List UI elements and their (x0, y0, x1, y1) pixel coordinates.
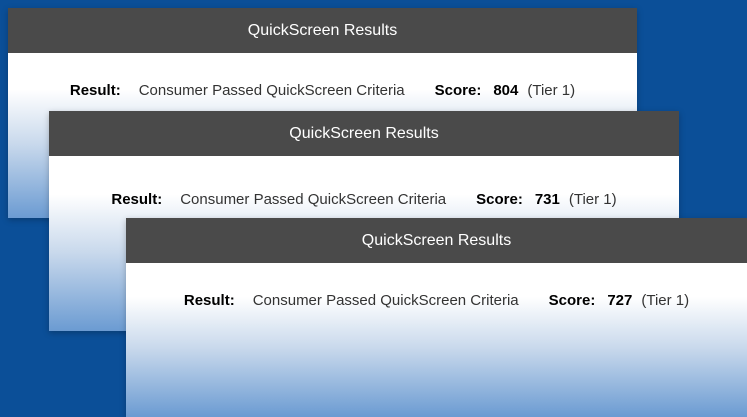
tier-label: (Tier 1) (568, 191, 617, 208)
card-header: QuickScreen Results (8, 8, 637, 53)
card-body: Result: Consumer Passed QuickScreen Crit… (126, 263, 747, 417)
result-text: Consumer Passed QuickScreen Criteria (138, 82, 405, 99)
result-label: Result: (111, 191, 163, 208)
result-label: Result: (183, 292, 235, 309)
score-value: 804 (493, 82, 519, 99)
card-title: QuickScreen Results (289, 124, 439, 142)
score-label: Score: (434, 82, 482, 99)
result-text: Consumer Passed QuickScreen Criteria (180, 191, 447, 208)
result-row: Result: Consumer Passed QuickScreen Crit… (49, 191, 679, 208)
card-title: QuickScreen Results (247, 21, 398, 39)
card-header: QuickScreen Results (126, 218, 747, 263)
quickscreen-results-card: QuickScreen Results Result: Consumer Pas… (126, 218, 747, 417)
score-value: 731 (534, 191, 560, 208)
score-value: 727 (607, 292, 633, 309)
card-header: QuickScreen Results (49, 111, 679, 156)
card-title: QuickScreen Results (361, 231, 512, 249)
score-label: Score: (476, 191, 523, 208)
result-row: Result: Consumer Passed QuickScreen Crit… (8, 82, 637, 99)
result-row: Result: Consumer Passed QuickScreen Crit… (126, 292, 747, 309)
result-text: Consumer Passed QuickScreen Criteria (252, 292, 519, 309)
tier-label: (Tier 1) (527, 82, 576, 99)
tier-label: (Tier 1) (641, 292, 690, 309)
result-label: Result: (69, 82, 121, 99)
score-label: Score: (548, 292, 596, 309)
